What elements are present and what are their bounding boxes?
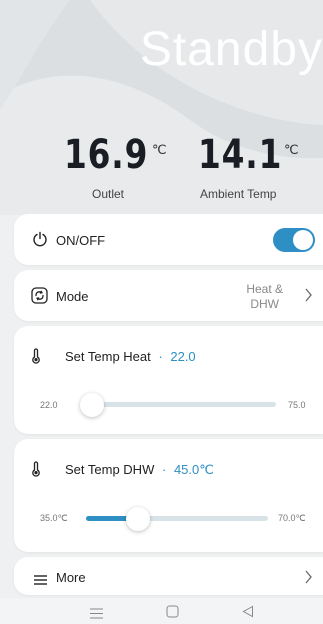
power-label: ON/OFF <box>56 233 106 248</box>
heat-slider-track[interactable] <box>80 402 276 407</box>
outlet-label: Outlet <box>92 187 125 201</box>
ambient-label: Ambient Temp <box>200 187 277 201</box>
mode-value: Heat & DHW <box>246 282 283 312</box>
mode-card[interactable]: Mode Heat & DHW <box>14 270 323 321</box>
heat-card: Set Temp Heat · 22.0 22.0 75.0 <box>14 326 323 434</box>
dhw-title-text: Set Temp DHW <box>65 462 155 477</box>
dhw-value: 45.0℃ <box>173 462 214 477</box>
heat-slider-thumb[interactable] <box>80 393 104 417</box>
home-square-icon[interactable] <box>166 605 179 623</box>
heat-max-label: 75.0 <box>288 400 306 410</box>
mode-value-line2: DHW <box>250 297 279 311</box>
heat-value: 22.0 <box>170 349 196 364</box>
outlet-unit: ℃ <box>152 142 167 157</box>
dhw-card: Set Temp DHW · 45.0℃ 35.0℃ 70.0℃ <box>14 439 323 552</box>
mode-value-line1: Heat & <box>246 282 283 296</box>
mode-icon <box>31 287 48 309</box>
heat-title: Set Temp Heat · 22.0 <box>65 349 196 364</box>
ambient-reading: 14.1 ℃ Ambient Temp <box>198 132 301 201</box>
power-icon <box>32 231 48 252</box>
dhw-separator: · <box>161 462 167 477</box>
chevron-right-icon <box>304 288 313 307</box>
heat-min-label: 22.0 <box>40 400 58 410</box>
dhw-min-label: 35.0℃ <box>40 513 68 523</box>
mode-label: Mode <box>56 289 89 304</box>
ambient-unit: ℃ <box>284 142 299 157</box>
menu-icon <box>34 572 47 590</box>
more-label: More <box>56 570 86 585</box>
thermometer-icon <box>30 348 42 369</box>
status-title: Standby <box>139 23 323 76</box>
more-card[interactable]: More <box>14 557 323 595</box>
dhw-max-label: 70.0℃ <box>278 513 306 523</box>
header-background: Standby <box>0 0 323 215</box>
system-nav-bar <box>0 598 323 624</box>
heat-separator: · <box>158 349 163 364</box>
outlet-value: 16.9 <box>64 132 149 178</box>
thermometer-icon <box>30 461 42 482</box>
chevron-right-icon <box>304 570 313 589</box>
dhw-slider-thumb[interactable] <box>126 507 150 531</box>
menu-icon[interactable] <box>90 606 103 624</box>
back-triangle-icon[interactable] <box>242 605 254 623</box>
heat-title-text: Set Temp Heat <box>65 349 151 364</box>
dhw-title: Set Temp DHW · 45.0℃ <box>65 462 214 478</box>
ambient-value: 14.1 <box>198 132 283 178</box>
power-card: ON/OFF <box>14 214 323 265</box>
outlet-reading: 16.9 ℃ Outlet <box>64 132 167 201</box>
toggle-knob <box>293 230 313 250</box>
power-toggle[interactable] <box>273 228 315 252</box>
